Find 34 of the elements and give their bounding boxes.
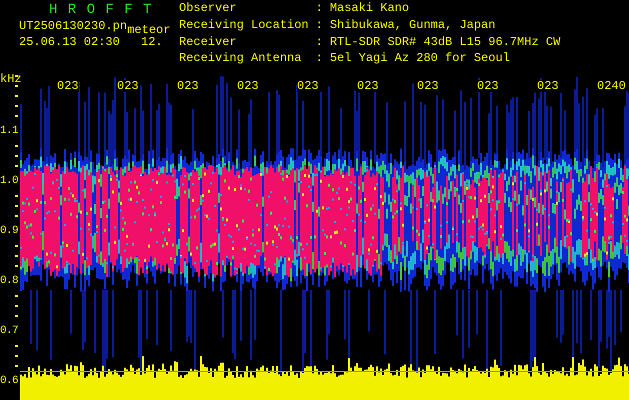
frequency-label: 1.0 [0,175,18,187]
time-label: 023 [297,80,319,92]
time-label: 023 [117,80,139,92]
axis-unit: kHz [0,73,22,85]
frequency-label: 0.7 [0,325,18,337]
frequency-label: 1.1 [0,125,18,137]
counter: 12. [141,35,163,49]
info-value: 5el Yagi Az 280 for Seoul [330,53,511,68]
time-label: 0240 [597,80,626,92]
file-name: UT2506130230.pn [19,19,128,33]
app-title: H R O F F T [48,3,154,17]
info-label: Receiver [179,36,238,50]
info-separator: : [316,20,323,34]
info-value: Masaki Kano [330,3,410,17]
time-label: 023 [477,80,499,92]
file-tag: meteor [127,23,170,37]
info-label: Receiving Location [179,20,309,34]
info-value: RTL-SDR SDR# 43dB L15 96.7MHz CW [330,36,560,50]
info-separator: : [316,3,323,17]
frequency-label: 0.9 [0,225,18,237]
time-label: 023 [417,80,439,92]
time-label: 023 [357,80,379,92]
info-value: Shibukawa, Gunma, Japan [330,20,496,34]
time-label: 023 [537,80,559,92]
info-separator: : [316,36,323,50]
time-label: 023 [57,80,79,92]
frequency-label: 0.6 [0,375,18,387]
timestamp: 25.06.13 02:30 [19,35,120,49]
info-separator: : [316,53,323,68]
frequency-label: 0.8 [0,275,18,287]
time-label: 023 [237,80,259,92]
time-label: 023 [177,80,199,92]
info-label: Observer [179,3,238,17]
info-label: Receiving Antenna [179,53,302,68]
